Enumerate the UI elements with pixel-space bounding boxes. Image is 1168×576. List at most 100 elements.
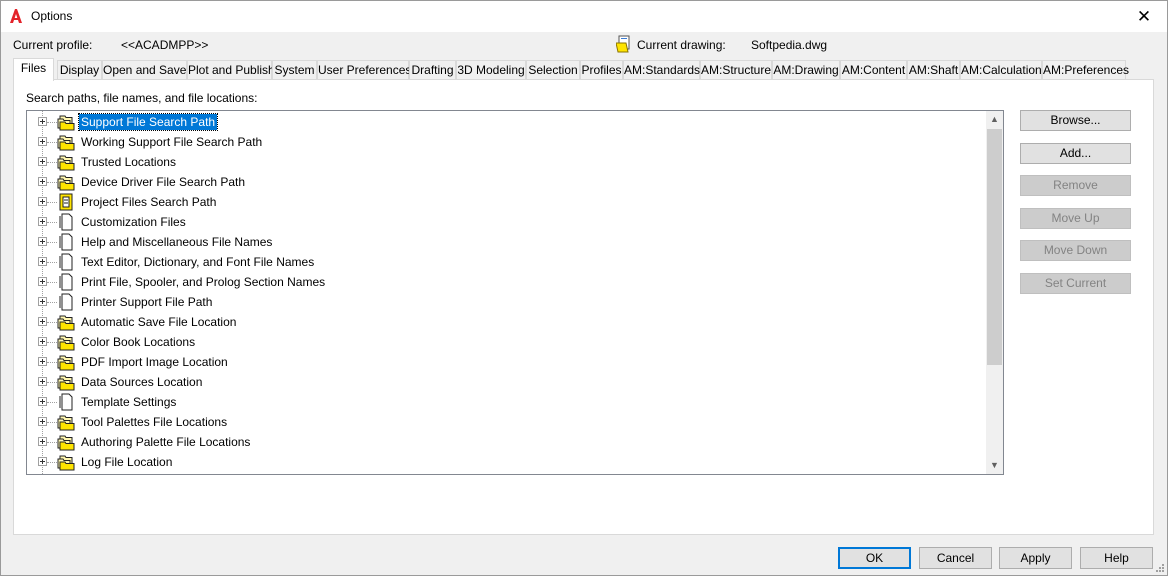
tree-connector [47, 242, 57, 243]
current-profile-value: <<ACADMPP>> [121, 38, 209, 52]
expand-plus-icon[interactable] [38, 317, 47, 326]
tree-node[interactable]: Device Driver File Search Path [27, 172, 987, 192]
document-icon [57, 393, 75, 411]
tree-connector [47, 182, 57, 183]
expand-plus-icon[interactable] [38, 277, 47, 286]
tree-node[interactable]: Help and Miscellaneous File Names [27, 232, 987, 252]
scroll-up-arrow-icon[interactable]: ▲ [986, 111, 1003, 128]
tab-am-structure[interactable]: AM:Structure [700, 60, 772, 80]
tab-plot-and-publish[interactable]: Plot and Publish [187, 60, 275, 80]
tab-system[interactable]: System [272, 60, 317, 80]
tree-vertical-scrollbar[interactable]: ▲ ▼ [986, 111, 1003, 474]
tab-open-and-save[interactable]: Open and Save [102, 60, 187, 80]
tab-display[interactable]: Display [57, 60, 102, 80]
tree-node[interactable]: Printer Support File Path [27, 292, 987, 312]
tree-node[interactable]: Template Settings [27, 392, 987, 412]
tree-connector [47, 302, 57, 303]
expand-plus-icon[interactable] [38, 377, 47, 386]
tree-node[interactable]: Trusted Locations [27, 152, 987, 172]
scroll-thumb[interactable] [987, 129, 1002, 365]
tree-node-label[interactable]: Project Files Search Path [79, 194, 218, 210]
tab-profiles[interactable]: Profiles [580, 60, 623, 80]
tab-selection[interactable]: Selection [526, 60, 580, 80]
tree-node[interactable]: PDF Import Image Location [27, 352, 987, 372]
cancel-button[interactable]: Cancel [919, 547, 992, 569]
tree-node[interactable]: Data Sources Location [27, 372, 987, 392]
expand-plus-icon[interactable] [38, 257, 47, 266]
tree-node[interactable]: Authoring Palette File Locations [27, 432, 987, 452]
expand-plus-icon[interactable] [38, 137, 47, 146]
expand-plus-icon[interactable] [38, 297, 47, 306]
tab-am-preferences[interactable]: AM:Preferences [1042, 60, 1129, 80]
tree-node-label[interactable]: Printer Support File Path [79, 294, 214, 310]
browse-button[interactable]: Browse... [1020, 110, 1131, 131]
expand-plus-icon[interactable] [38, 357, 47, 366]
tab-am-standards[interactable]: AM:Standards [623, 60, 700, 80]
expand-plus-icon[interactable] [38, 217, 47, 226]
options-dialog: Options ✕ Current profile: <<ACADMPP>> C… [0, 0, 1168, 576]
tab-am-calculation[interactable]: AM:Calculation [960, 60, 1042, 80]
tab-am-content[interactable]: AM:Content [840, 60, 907, 80]
tree-node[interactable]: Project Files Search Path [27, 192, 987, 212]
tree-node-label[interactable]: Support File Search Path [77, 113, 219, 131]
expand-plus-icon[interactable] [38, 197, 47, 206]
tree-node-label[interactable]: Trusted Locations [79, 154, 178, 170]
tree-node-label[interactable]: Working Support File Search Path [79, 134, 264, 150]
tree-connector [47, 362, 57, 363]
set-current-button[interactable]: Set Current [1020, 273, 1131, 294]
move-down-button[interactable]: Move Down [1020, 240, 1131, 261]
tree-node-label[interactable]: Color Book Locations [79, 334, 197, 350]
tab-user-preferences[interactable]: User Preferences [317, 60, 411, 80]
tree-node-label[interactable]: Authoring Palette File Locations [79, 434, 252, 450]
tree-node[interactable]: Color Book Locations [27, 332, 987, 352]
tree-node[interactable]: Support File Search Path [27, 112, 987, 132]
tree-node-label[interactable]: Tool Palettes File Locations [79, 414, 229, 430]
expand-plus-icon[interactable] [38, 237, 47, 246]
current-drawing-label: Current drawing: [637, 38, 726, 52]
tree-node[interactable]: Log File Location [27, 452, 987, 472]
folder-stack-icon [57, 333, 75, 351]
search-paths-tree[interactable]: ▲ ▼ Support File Search Path Working Supp… [26, 110, 1004, 475]
expand-plus-icon[interactable] [38, 157, 47, 166]
tree-connector [47, 122, 57, 123]
tab-3d-modeling[interactable]: 3D Modeling [456, 60, 526, 80]
expand-plus-icon[interactable] [38, 457, 47, 466]
tree-node-label[interactable]: PDF Import Image Location [79, 354, 230, 370]
title-bar[interactable]: Options ✕ [1, 1, 1167, 32]
ok-button[interactable]: OK [838, 547, 911, 569]
expand-plus-icon[interactable] [38, 337, 47, 346]
expand-plus-icon[interactable] [38, 417, 47, 426]
add-button[interactable]: Add... [1020, 143, 1131, 164]
tree-node-label[interactable]: Help and Miscellaneous File Names [79, 234, 274, 250]
expand-plus-icon[interactable] [38, 117, 47, 126]
resize-grip-icon[interactable] [1155, 563, 1165, 573]
remove-button[interactable]: Remove [1020, 175, 1131, 196]
help-button[interactable]: Help [1080, 547, 1153, 569]
expand-plus-icon[interactable] [38, 177, 47, 186]
tree-node[interactable]: Customization Files [27, 212, 987, 232]
tree-node-label[interactable]: Log File Location [79, 454, 174, 470]
tab-am-shaft[interactable]: AM:Shaft [907, 60, 960, 80]
tree-node-label[interactable]: Print File, Spooler, and Prolog Section … [79, 274, 327, 290]
tree-node[interactable]: Text Editor, Dictionary, and Font File N… [27, 252, 987, 272]
move-up-button[interactable]: Move Up [1020, 208, 1131, 229]
tree-node-label[interactable]: Automatic Save File Location [79, 314, 238, 330]
tree-node[interactable]: Automatic Save File Location [27, 312, 987, 332]
tree-node-label[interactable]: Device Driver File Search Path [79, 174, 247, 190]
expand-plus-icon[interactable] [38, 397, 47, 406]
expand-plus-icon[interactable] [38, 437, 47, 446]
tree-node[interactable]: Working Support File Search Path [27, 132, 987, 152]
tab-files[interactable]: Files [13, 58, 54, 81]
tab-drafting[interactable]: Drafting [409, 60, 456, 80]
tree-node-label[interactable]: Text Editor, Dictionary, and Font File N… [79, 254, 316, 270]
close-button[interactable]: ✕ [1121, 1, 1167, 32]
tree-node[interactable]: Tool Palettes File Locations [27, 412, 987, 432]
scroll-down-arrow-icon[interactable]: ▼ [986, 457, 1003, 474]
tree-node-label[interactable]: Customization Files [79, 214, 188, 230]
tree-node-label[interactable]: Template Settings [79, 394, 178, 410]
tab-am-drawing[interactable]: AM:Drawing [772, 60, 840, 80]
autocad-logo-icon [10, 9, 22, 23]
tree-node[interactable]: Print File, Spooler, and Prolog Section … [27, 272, 987, 292]
apply-button[interactable]: Apply [999, 547, 1072, 569]
tree-node-label[interactable]: Data Sources Location [79, 374, 204, 390]
